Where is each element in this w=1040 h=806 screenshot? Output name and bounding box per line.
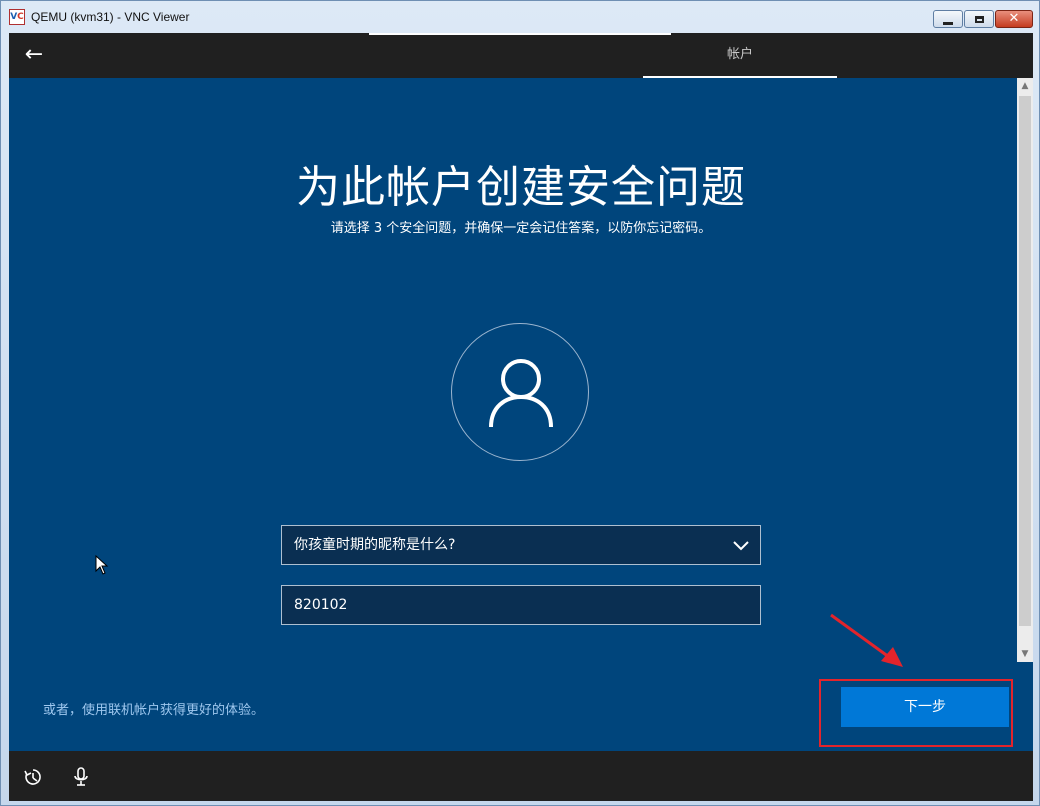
remote-screen[interactable]: ← 帐户 为此帐户创建安全问题 请选择 3 个安全问题，并确保一定会记住答案，以… [9, 33, 1033, 801]
vnc-viewer-window: VC QEMU (kvm31) - VNC Viewer ✕ ← 帐户 为此帐户… [0, 0, 1040, 806]
avatar [451, 323, 589, 461]
arrow-left-icon: ← [24, 42, 44, 67]
scrollbar-thumb[interactable] [1019, 96, 1031, 626]
user-icon [489, 359, 553, 428]
logo-letter-c: C [17, 12, 24, 22]
close-icon: ✕ [1008, 11, 1020, 26]
chevron-down-icon [733, 541, 749, 551]
security-question-value: 你孩童时期的昵称是什么? [294, 537, 456, 553]
online-account-link[interactable]: 或者，使用联机帐户获得更好的体验。 [43, 699, 264, 718]
ease-of-access-icon[interactable] [23, 767, 43, 787]
maximize-icon [974, 15, 984, 23]
window-title: QEMU (kvm31) - VNC Viewer [31, 10, 190, 24]
mouse-pointer-icon [95, 555, 109, 575]
oobe-top-bar: ← 帐户 [9, 33, 1033, 78]
close-button[interactable]: ✕ [995, 10, 1033, 28]
scrollbar[interactable]: ▲ ▼ [1017, 78, 1033, 662]
minimize-icon [943, 21, 953, 25]
scroll-down-icon[interactable]: ▼ [1017, 646, 1033, 662]
security-answer-input[interactable] [281, 585, 761, 625]
page-title: 为此帐户创建安全问题 [296, 162, 746, 213]
tab-underline [643, 76, 837, 78]
vnc-logo-icon: VC [9, 9, 25, 25]
scroll-up-icon[interactable]: ▲ [1017, 78, 1033, 94]
oobe-bottom-bar [9, 751, 1033, 801]
tab-account-label: 帐户 [726, 47, 753, 62]
page-subtitle: 请选择 3 个安全问题，并确保一定会记住答案，以防你忘记密码。 [330, 221, 712, 236]
back-button[interactable]: ← [21, 43, 47, 69]
annotation-highlight-box [819, 679, 1013, 747]
progress-indicator [369, 33, 671, 35]
title-bar[interactable]: VC QEMU (kvm31) - VNC Viewer ✕ [1, 1, 1039, 33]
annotation-arrow-icon [830, 613, 903, 667]
security-question-select[interactable]: 你孩童时期的昵称是什么? [281, 525, 761, 565]
microphone-icon[interactable] [73, 767, 89, 787]
tab-account: 帐户 [643, 33, 837, 78]
minimize-button[interactable] [933, 10, 963, 28]
maximize-button[interactable] [964, 10, 994, 28]
